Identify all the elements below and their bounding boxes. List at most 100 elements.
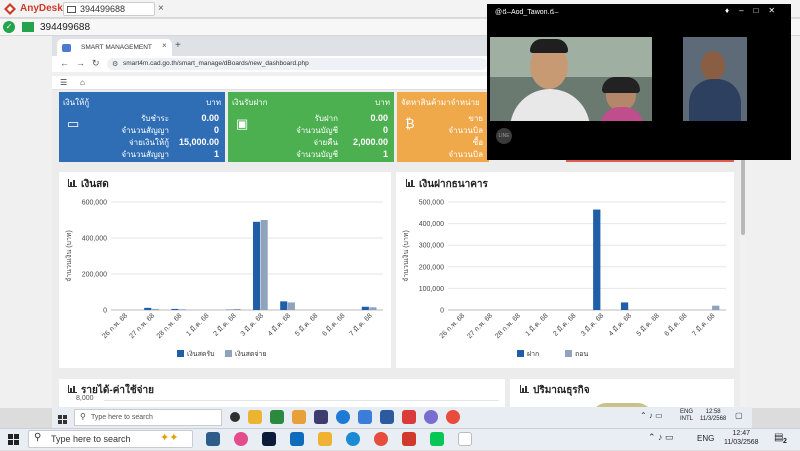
browser-tab[interactable]: SMART MANAGEMENT <box>57 39 172 56</box>
bar-chart-icon <box>520 385 529 393</box>
y-tick-label: 300,000 <box>419 243 444 250</box>
reload-icon[interactable]: ↻ <box>92 58 100 69</box>
taskbar-apps <box>206 432 472 446</box>
app-icon[interactable] <box>424 410 438 424</box>
x-tick-label: 26 ก.พ. 68 <box>101 312 129 340</box>
taskbar-clock[interactable]: 12:4711/03/2568 <box>724 429 759 447</box>
anydesk-logo-icon <box>4 3 16 15</box>
new-tab-button[interactable]: + <box>175 40 181 51</box>
remote-screen-icon[interactable] <box>22 22 34 32</box>
legend-label: เงินสดจ่าย <box>235 350 267 358</box>
windows-start-icon[interactable] <box>58 412 68 422</box>
edge-icon[interactable] <box>336 410 350 424</box>
remote-lang-layout: INTL <box>680 416 693 423</box>
x-tick-label: 26 ก.พ. 68 <box>439 312 467 340</box>
remote-clock[interactable]: 12:5811/3/2568 <box>700 409 726 423</box>
x-tick-label: 5 มี.ค. 68 <box>293 312 319 338</box>
document-icon[interactable] <box>458 432 472 446</box>
x-tick-label: 28 ก.พ. 68 <box>494 312 522 340</box>
remote-date: 11/3/2568 <box>700 416 726 423</box>
x-tick-label: 6 มี.ค. 68 <box>321 312 347 338</box>
person-hair <box>530 39 568 53</box>
line-icon[interactable] <box>430 432 444 446</box>
forward-icon[interactable]: → <box>76 58 85 68</box>
pin-icon[interactable]: ♦ <box>725 6 729 15</box>
y-tick-label: 0 <box>440 308 444 315</box>
app-icon[interactable] <box>314 410 328 424</box>
close-tab-icon[interactable]: × <box>158 3 164 14</box>
task-view-icon[interactable] <box>230 412 240 422</box>
y-tick-label: 0 <box>103 308 107 315</box>
file-explorer-icon[interactable] <box>318 432 332 446</box>
remote-time: 12:58 <box>700 409 726 416</box>
bank-chart: จำนวนเงิน (บาท)0100,000200,000300,000400… <box>396 192 734 368</box>
video-call-title: @៥–Aod_Tawon.៥– <box>495 8 558 18</box>
y-tick-label: 200,000 <box>419 264 444 271</box>
video-call-controls: ♦ – □ ✕ <box>725 6 775 15</box>
remote-taskbar-apps <box>230 410 460 424</box>
bar-chart-icon <box>68 179 77 187</box>
close-icon[interactable]: ✕ <box>768 6 775 15</box>
url-bar[interactable]: smart4m.cad.go.th/smart_manage/dBoards/n… <box>107 58 487 70</box>
close-tab-icon[interactable]: × <box>162 41 167 50</box>
file-explorer-icon[interactable] <box>248 410 262 424</box>
x-tick-label: 28 ก.พ. 68 <box>156 312 184 340</box>
taskbar-lang[interactable]: ENG <box>697 434 714 443</box>
app-icon[interactable] <box>380 410 394 424</box>
kpi-row-value: 0 <box>348 125 388 135</box>
bar-chart-icon <box>68 385 77 393</box>
kpi-title: จัดหาสินค้ามาจำหน่าย <box>401 96 480 109</box>
outlook-icon[interactable] <box>290 432 304 446</box>
copilot-icon[interactable] <box>234 432 248 446</box>
app-icon[interactable] <box>270 410 284 424</box>
folder-icon[interactable] <box>292 410 306 424</box>
bar <box>369 307 376 310</box>
anydesk-icon[interactable] <box>402 432 416 446</box>
home-icon[interactable]: ⌂ <box>80 78 85 87</box>
kpi-goods-card: จัดหาสินค้ามาจำหน่าย ₿ ขาย จำนวนบิล ซื้อ… <box>397 92 489 162</box>
bar <box>152 309 159 310</box>
kpi-row-value: 0 <box>179 125 219 135</box>
legend-label: ถอน <box>575 351 588 358</box>
anydesk-app-name: AnyDesk <box>20 3 63 14</box>
y-tick-label: 400,000 <box>419 221 444 228</box>
participant-video-2[interactable] <box>683 37 747 121</box>
app-icon[interactable] <box>358 410 372 424</box>
anydesk-session-tab[interactable]: 394499688 <box>63 2 155 16</box>
x-tick-label: 2 มี.ค. 68 <box>212 312 238 338</box>
kpi-row-value: 2,000.00 <box>348 137 388 147</box>
legend-swatch <box>517 350 524 357</box>
app-icon[interactable] <box>206 432 220 446</box>
kpi-unit: บาท <box>206 96 221 109</box>
edge-icon[interactable] <box>346 432 360 446</box>
taskbar-time: 12:47 <box>724 429 759 438</box>
notification-icon[interactable]: ▢ <box>735 411 743 420</box>
chrome-icon[interactable] <box>374 432 388 446</box>
menu-icon[interactable]: ☰ <box>60 78 67 87</box>
x-tick-label: 4 มี.ค. 68 <box>607 312 633 338</box>
x-tick-label: 1 มี.ค. 68 <box>524 312 550 338</box>
remote-search-box[interactable]: Type here to search <box>74 409 222 426</box>
anydesk-icon[interactable] <box>402 410 416 424</box>
y-tick-label: 100,000 <box>419 286 444 293</box>
chrome-icon[interactable] <box>446 410 460 424</box>
remote-lang-code: ENG <box>680 409 693 416</box>
remote-lang[interactable]: ENGINTL <box>680 409 693 423</box>
back-icon[interactable]: ← <box>60 58 69 68</box>
photoshop-icon[interactable] <box>262 432 276 446</box>
cash-panel-title-wrap: เงินสด <box>68 177 109 192</box>
participant-video-1[interactable] <box>490 37 652 121</box>
x-tick-label: 6 มี.ค. 68 <box>663 312 689 338</box>
gridline <box>104 400 499 401</box>
minimize-icon[interactable]: – <box>739 6 743 15</box>
bar <box>171 309 178 310</box>
maximize-icon[interactable]: □ <box>754 6 759 15</box>
remote-address: 394499688 <box>40 21 320 34</box>
x-tick-label: 2 มี.ค. 68 <box>552 312 578 338</box>
x-tick-label: 5 มี.ค. 68 <box>635 312 661 338</box>
tray-icons: ⌃ ♪ ▭ <box>648 432 674 443</box>
y-tick-label: 600,000 <box>82 200 107 207</box>
windows-start-icon[interactable] <box>8 433 20 451</box>
site-info-icon[interactable]: ⚙ <box>112 60 118 68</box>
bank-panel-title: เงินฝากธนาคาร <box>419 179 488 190</box>
